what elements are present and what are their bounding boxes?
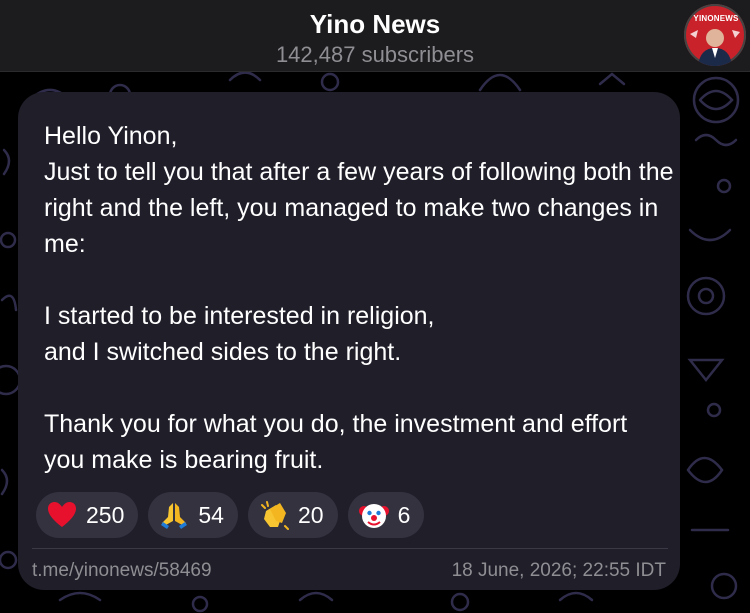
clapping-hands-emoji-icon — [260, 501, 289, 530]
avatar-brand-label: YINONEWS — [693, 14, 739, 23]
message-line: Just to tell you that after a few years … — [44, 158, 674, 258]
channel-avatar[interactable]: YINONEWS — [684, 4, 746, 66]
message-bubble[interactable]: Hello Yinon, Just to tell you that after… — [18, 92, 680, 590]
reaction-heart[interactable]: 250 — [36, 492, 139, 538]
channel-header: Yino News 142,487 subscribers YINONEWS — [0, 0, 750, 72]
post-link[interactable]: t.me/yinonews/58469 — [32, 559, 212, 583]
reaction-clapping-hands[interactable]: 20 — [247, 492, 338, 538]
reaction-count: 250 — [86, 501, 125, 528]
message-line: I started to be interested in religion, — [44, 302, 435, 330]
clown-face-emoji-icon — [358, 504, 389, 528]
reaction-clown-face[interactable]: 6 — [347, 492, 425, 538]
message-line: Hello Yinon, — [44, 122, 178, 150]
post-timestamp: 18 June, 2026; 22:55 IDT — [451, 560, 666, 581]
channel-title[interactable]: Yino News — [0, 9, 750, 39]
reaction-count: 20 — [297, 501, 324, 528]
reaction-count: 6 — [397, 501, 411, 528]
praying-hands-emoji-icon — [161, 503, 188, 529]
heart-emoji-icon — [48, 502, 76, 527]
message-line: Thank you for what you do, the investmen… — [44, 410, 628, 474]
message-line: and I switched sides to the right. — [44, 338, 402, 366]
reaction-count: 54 — [198, 501, 224, 528]
reactions-bar: 250 54 20 6 — [36, 492, 425, 538]
message-text: Hello Yinon, Just to tell you that after… — [44, 118, 674, 478]
reaction-praying-hands[interactable]: 54 — [148, 492, 238, 538]
footer-divider — [32, 548, 668, 549]
subscriber-count: 142,487 subscribers — [275, 42, 475, 67]
